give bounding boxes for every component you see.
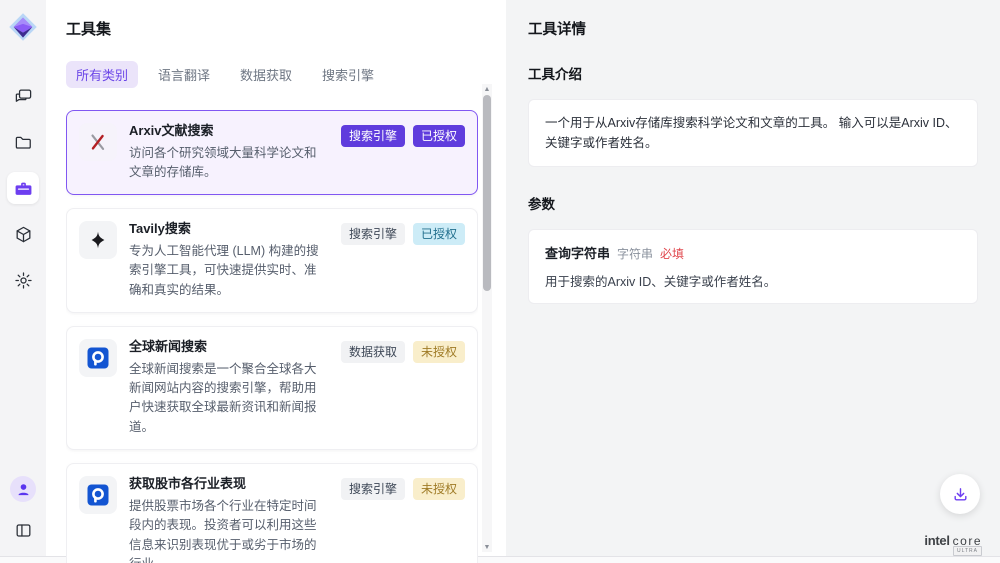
sparkle-icon [79, 221, 117, 259]
tool-card-global-news[interactable]: 全球新闻搜索 全球新闻搜索是一个聚合全球各大新闻网站内容的搜索引擎，帮助用户快速… [66, 326, 478, 450]
category-badge: 数据获取 [341, 341, 405, 363]
download-icon [952, 486, 969, 503]
sidebar-item-chat[interactable] [7, 80, 39, 112]
toolbox-icon [14, 179, 33, 198]
scrollbar-thumb[interactable] [483, 95, 491, 291]
tool-description: 专为人工智能代理 (LLM) 构建的搜索引擎工具，可快速提供实时、准确和真实的结… [129, 242, 329, 300]
category-badge: 搜索引擎 [341, 223, 405, 245]
chat-icon [14, 87, 33, 106]
tab-all-categories[interactable]: 所有类别 [66, 61, 138, 88]
gear-icon [14, 271, 33, 290]
category-badge: 搜索引擎 [341, 125, 405, 147]
brand-intel-text: intel [924, 533, 949, 548]
user-avatar[interactable] [10, 476, 36, 502]
cube-icon [14, 225, 33, 244]
param-name: 查询字符串 [545, 243, 610, 262]
arxiv-icon [79, 123, 117, 161]
list-scrollbar[interactable]: ▲ ▼ [482, 84, 492, 552]
sidebar-item-settings[interactable] [7, 264, 39, 296]
status-badge: 已授权 [413, 125, 465, 147]
tool-description: 全球新闻搜索是一个聚合全球各大新闻网站内容的搜索引擎，帮助用户快速获取全球最新资… [129, 360, 329, 438]
app-logo-icon[interactable] [8, 12, 38, 42]
param-card: 查询字符串 字符串 必填 用于搜索的Arxiv ID、关键字或作者姓名。 [528, 229, 978, 304]
tool-card-tavily[interactable]: Tavily搜索 专为人工智能代理 (LLM) 构建的搜索引擎工具，可快速提供实… [66, 208, 478, 313]
tool-list: Arxiv文献搜索 访问各个研究领域大量科学论文和文章的存储库。 搜索引擎 已授… [66, 110, 478, 563]
category-tabs: 所有类别 语言翻译 数据获取 搜索引擎 [66, 61, 506, 88]
status-badge: 已授权 [413, 223, 465, 245]
q-search-icon [79, 339, 117, 377]
scrollbar-down-arrow[interactable]: ▼ [482, 542, 492, 552]
download-button[interactable] [940, 474, 980, 514]
sidebar-item-files[interactable] [7, 126, 39, 158]
user-icon [16, 482, 31, 497]
param-description: 用于搜索的Arxiv ID、关键字或作者姓名。 [545, 271, 961, 290]
intro-heading: 工具介绍 [528, 63, 978, 83]
param-required-label: 必填 [660, 245, 684, 262]
q-search-icon [79, 476, 117, 514]
tool-card-arxiv[interactable]: Arxiv文献搜索 访问各个研究领域大量科学论文和文章的存储库。 搜索引擎 已授… [66, 110, 478, 195]
intel-core-logo: intel core ULTRA [924, 533, 982, 548]
tab-search-engine[interactable]: 搜索引擎 [312, 61, 384, 88]
tab-translation[interactable]: 语言翻译 [148, 61, 220, 88]
panel-toggle-icon [14, 521, 33, 540]
detail-title: 工具详情 [528, 18, 978, 39]
tool-description: 提供股票市场各个行业在特定时间段内的表现。投资者可以利用这些信息来识别表现优于或… [129, 497, 329, 563]
status-badge: 未授权 [413, 341, 465, 363]
tool-name: 全球新闻搜索 [129, 339, 329, 355]
tool-detail-panel: 工具详情 工具介绍 一个用于从Arxiv存储库搜索科学论文和文章的工具。 输入可… [506, 0, 1000, 556]
folder-icon [14, 133, 33, 152]
tool-name: Tavily搜索 [129, 221, 329, 237]
tool-name: Arxiv文献搜索 [129, 123, 329, 139]
sidebar-item-models[interactable] [7, 218, 39, 250]
app-window: 工具集 所有类别 语言翻译 数据获取 搜索引擎 Arxiv文献搜索 访问各个研究… [0, 0, 1000, 557]
sidebar-item-tools[interactable] [7, 172, 39, 204]
sidebar [0, 0, 46, 556]
brand-ultra-badge: ULTRA [953, 546, 982, 556]
status-badge: 未授权 [413, 478, 465, 500]
collapse-sidebar-button[interactable] [7, 514, 39, 546]
page-title: 工具集 [66, 18, 506, 39]
tool-description: 访问各个研究领域大量科学论文和文章的存储库。 [129, 144, 329, 183]
tool-card-sector-performance[interactable]: 获取股市各行业表现 提供股票市场各个行业在特定时间段内的表现。投资者可以利用这些… [66, 463, 478, 563]
scrollbar-up-arrow[interactable]: ▲ [482, 84, 492, 94]
param-type: 字符串 [617, 245, 653, 262]
tool-name: 获取股市各行业表现 [129, 476, 329, 492]
intro-text: 一个用于从Arxiv存储库搜索科学论文和文章的工具。 输入可以是Arxiv ID… [545, 113, 961, 153]
params-heading: 参数 [528, 193, 978, 213]
intro-card: 一个用于从Arxiv存储库搜索科学论文和文章的工具。 输入可以是Arxiv ID… [528, 99, 978, 167]
category-badge: 搜索引擎 [341, 478, 405, 500]
tool-list-panel: 工具集 所有类别 语言翻译 数据获取 搜索引擎 Arxiv文献搜索 访问各个研究… [46, 0, 506, 556]
tab-data-fetch[interactable]: 数据获取 [230, 61, 302, 88]
